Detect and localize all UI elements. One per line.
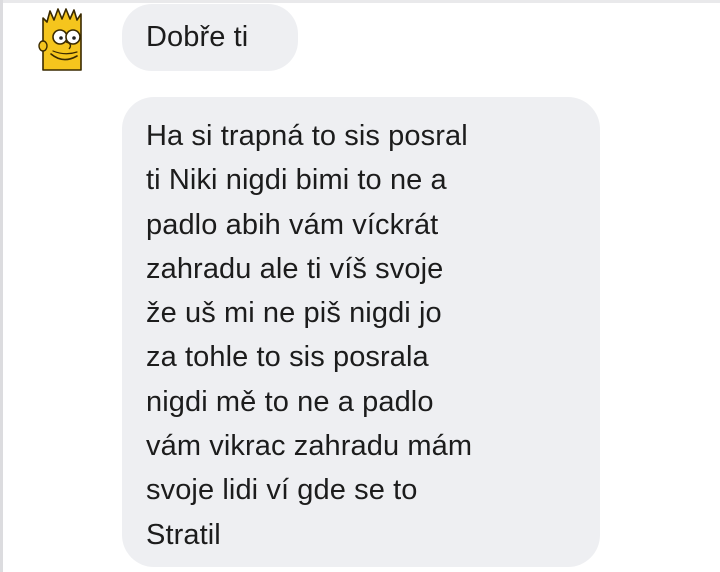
message-bubble[interactable]: Dobře ti — [122, 4, 298, 71]
message-bubble[interactable]: Ha si trapná to sis posral ti Niki nigdi… — [122, 97, 600, 567]
top-border — [0, 0, 720, 3]
bart-simpson-avatar-icon — [38, 8, 82, 71]
left-border — [0, 0, 3, 572]
avatar[interactable] — [33, 6, 89, 72]
